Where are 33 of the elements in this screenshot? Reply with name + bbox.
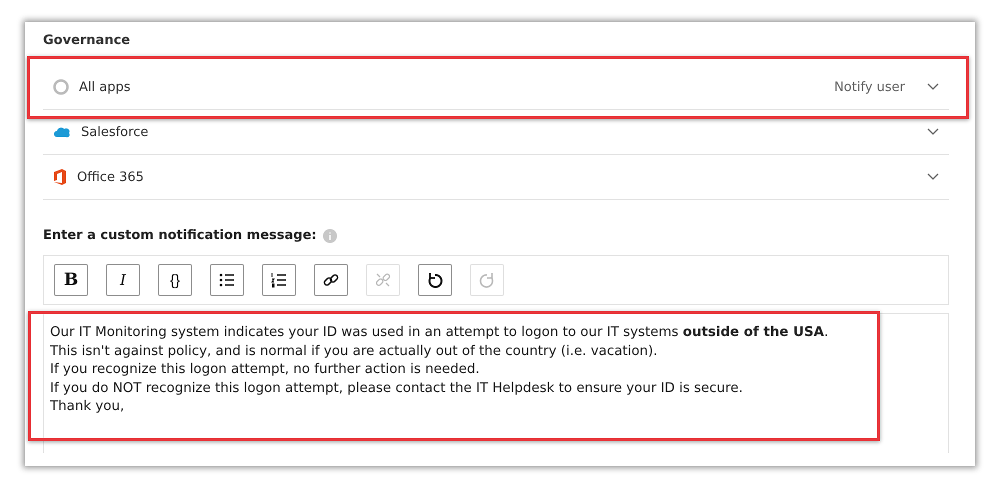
- redo-icon: [480, 273, 494, 288]
- message-line: If you do NOT recognize this logon attempt, please contact the IT Helpdesk to ensure your ID is secure.: [50, 380, 744, 398]
- chevron-down-icon[interactable]: [927, 83, 939, 91]
- action-value[interactable]: Notify user: [834, 80, 905, 94]
- app-name: Office 365: [77, 170, 144, 184]
- office-icon: [53, 169, 67, 185]
- message-line: This isn't against policy, and is normal if you are actually out of the country (i.e. vacation).: [50, 342, 659, 360]
- link-icon: [322, 273, 340, 287]
- numbered-list-icon: [271, 272, 287, 288]
- message-line: Our IT Monitoring system indicates your ID was used in an attempt to logon to our IT systems outside of the USA.: [50, 324, 830, 342]
- section-title: Governance: [43, 32, 130, 50]
- bulleted-list-icon: [220, 274, 235, 286]
- numbers-button[interactable]: [262, 264, 296, 296]
- bold-button[interactable]: B: [54, 264, 88, 296]
- app-name: All apps: [79, 80, 130, 94]
- app-row[interactable]: All apps Notify user: [43, 65, 949, 110]
- cloud-icon: [53, 126, 71, 138]
- app-name: Salesforce: [81, 124, 148, 140]
- message-line: Thank you,: [50, 398, 126, 416]
- undo-button[interactable]: [418, 264, 452, 296]
- field-label: Enter a custom notification message:: [43, 228, 317, 243]
- link-button[interactable]: [314, 264, 348, 296]
- message-line: If you recognize this logon attempt, no further action is needed.: [50, 361, 481, 379]
- unlink-icon: [374, 272, 392, 287]
- chevron-down-icon[interactable]: [927, 128, 939, 136]
- undo-icon: [428, 273, 442, 288]
- code-button[interactable]: {}: [158, 264, 192, 296]
- cloud-circle-icon: [53, 79, 69, 95]
- italic-button[interactable]: I: [106, 264, 140, 296]
- chevron-down-icon[interactable]: [927, 173, 939, 181]
- app-row[interactable]: Office 365: [43, 155, 949, 200]
- bullets-button[interactable]: [210, 264, 244, 296]
- app-row[interactable]: Salesforce: [43, 110, 949, 155]
